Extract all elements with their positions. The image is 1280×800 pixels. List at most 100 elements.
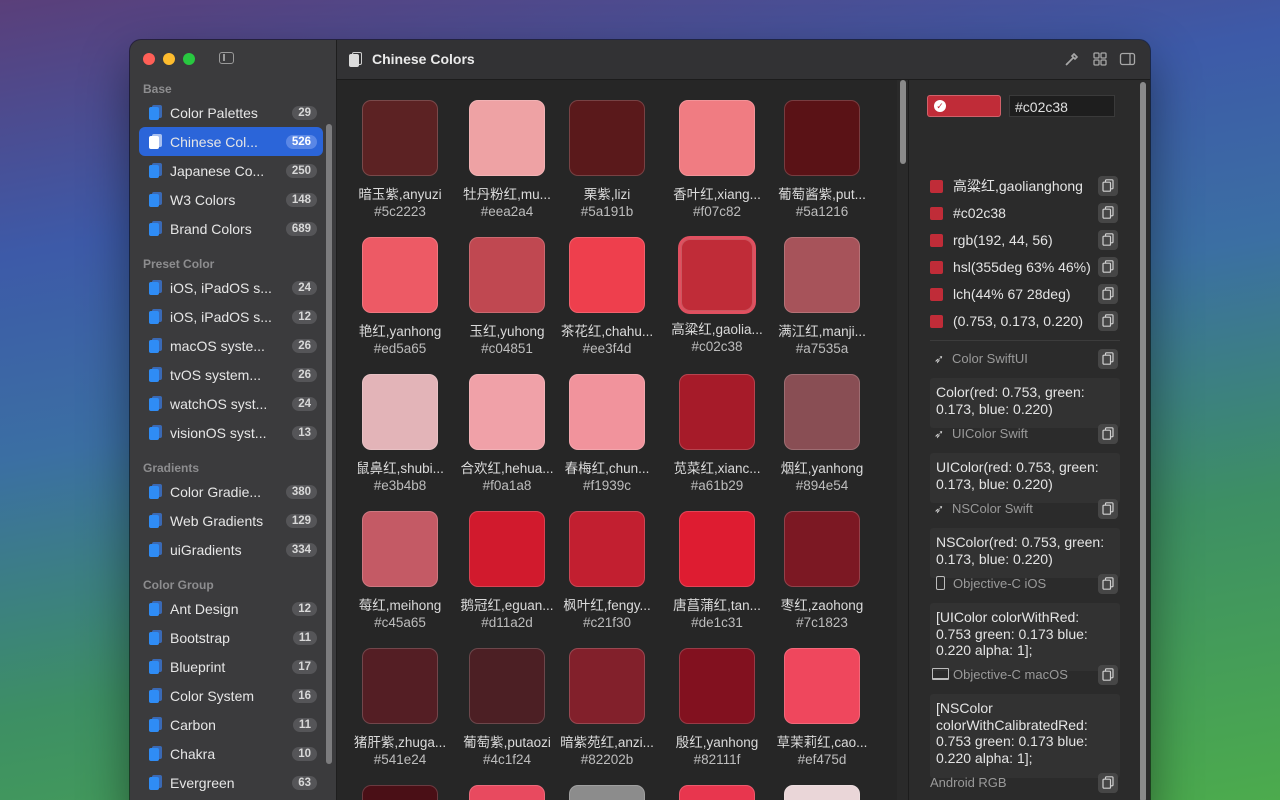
code-snippet[interactable]: [UIColor colorWithRed: 0.753 green: 0.17… (930, 603, 1120, 671)
minimize-button[interactable] (163, 53, 175, 65)
color-swatch[interactable] (469, 648, 545, 724)
color-cell[interactable]: 暗玉紫,anyuzi #5c2223 (345, 100, 455, 219)
color-cell[interactable]: 合欢红,hehua... #f0a1a8 (452, 374, 562, 493)
color-cell[interactable]: 葡萄酱紫,put... #5a1216 (767, 100, 877, 219)
color-swatch[interactable] (362, 374, 438, 450)
sidebar-item[interactable]: Ant Design 12 (139, 594, 323, 623)
color-swatch[interactable] (362, 100, 438, 176)
copy-icon[interactable] (1098, 257, 1118, 277)
color-swatch[interactable] (362, 511, 438, 587)
color-swatch[interactable] (569, 648, 645, 724)
sidebar-item[interactable]: W3 Colors 148 (139, 185, 323, 214)
color-swatch[interactable] (469, 100, 545, 176)
color-swatch[interactable] (679, 785, 755, 800)
color-swatch[interactable] (362, 237, 438, 313)
copy-icon[interactable] (1098, 665, 1118, 685)
copy-icon[interactable] (1098, 773, 1118, 793)
color-swatch[interactable] (784, 100, 860, 176)
selected-color-swatch[interactable]: ✓ (927, 95, 1001, 117)
copy-icon[interactable] (1098, 349, 1118, 369)
color-swatch[interactable] (784, 648, 860, 724)
grid-view-icon[interactable] (1092, 51, 1108, 67)
color-cell[interactable]: 高粱红,gaolia... #c02c38 (662, 237, 772, 354)
zoom-button[interactable] (183, 53, 195, 65)
grid-scrollbar[interactable] (900, 80, 906, 164)
color-swatch[interactable] (679, 511, 755, 587)
copy-icon[interactable] (1098, 203, 1118, 223)
color-cell[interactable]: 枣红,zaohong #7c1823 (767, 511, 877, 630)
hex-input[interactable]: #c02c38 (1009, 95, 1115, 117)
color-cell[interactable]: 暗紫苑红,anzi... #82202b (552, 648, 662, 767)
color-swatch[interactable] (469, 785, 545, 800)
sidebar-item[interactable]: Blueprint 17 (139, 652, 323, 681)
color-cell[interactable]: 栗紫,lizi #5a191b (552, 100, 662, 219)
sidebar-item[interactable]: visionOS syst... 13 (139, 418, 323, 447)
color-cell[interactable]: 满江红,manji... #a7535a (767, 237, 877, 356)
code-snippet[interactable]: UIColor(red: 0.753, green: 0.173, blue: … (930, 453, 1120, 503)
copy-icon[interactable] (1098, 424, 1118, 444)
color-cell[interactable]: 春梅红,chun... #f1939c (552, 374, 662, 493)
sidebar-item[interactable]: Chinese Col... 526 (139, 127, 323, 156)
code-snippet[interactable]: NSColor(red: 0.753, green: 0.173, blue: … (930, 528, 1120, 578)
color-swatch[interactable] (569, 511, 645, 587)
sidebar-scrollbar[interactable] (326, 124, 332, 764)
color-swatch[interactable] (569, 237, 645, 313)
eyedropper-icon[interactable] (1064, 51, 1080, 67)
color-swatch[interactable] (784, 785, 860, 800)
color-swatch[interactable] (469, 374, 545, 450)
color-cell[interactable]: 草茉莉红,cao... #ef475d (767, 648, 877, 767)
sidebar-item[interactable]: Color Palettes 29 (139, 98, 323, 127)
copy-icon[interactable] (1098, 574, 1118, 594)
color-swatch[interactable] (569, 100, 645, 176)
color-cell[interactable]: 鼠鼻红,shubi... #e3b4b8 (345, 374, 455, 493)
color-swatch[interactable] (681, 239, 753, 311)
color-swatch[interactable] (784, 237, 860, 313)
panel-scrollbar[interactable] (1140, 82, 1146, 800)
sidebar-item[interactable]: Bootstrap 11 (139, 623, 323, 652)
sidebar-toggle-icon[interactable] (219, 52, 234, 64)
sidebar-item[interactable]: Color Gradie... 380 (139, 477, 323, 506)
color-swatch[interactable] (569, 374, 645, 450)
sidebar-item[interactable]: Chakra 10 (139, 739, 323, 768)
code-snippet[interactable]: [NSColor colorWithCalibratedRed: 0.753 g… (930, 694, 1120, 778)
sidebar-item[interactable]: Evergreen 63 (139, 768, 323, 797)
color-swatch[interactable] (784, 511, 860, 587)
sidebar-item[interactable]: Web Gradients 129 (139, 506, 323, 535)
color-cell[interactable]: 鹅冠红,eguan... #d11a2d (452, 511, 562, 630)
sidebar-item[interactable]: watchOS syst... 24 (139, 389, 323, 418)
color-swatch[interactable] (362, 648, 438, 724)
color-swatch[interactable] (784, 374, 860, 450)
sidebar-item[interactable]: iOS, iPadOS s... 24 (139, 273, 323, 302)
color-swatch[interactable] (679, 648, 755, 724)
color-cell[interactable]: 牡丹粉红,mu... #eea2a4 (452, 100, 562, 219)
copy-icon[interactable] (1098, 176, 1118, 196)
sidebar-item[interactable]: Carbon 11 (139, 710, 323, 739)
color-cell[interactable]: 艳红,yanhong #ed5a65 (345, 237, 455, 356)
color-cell[interactable]: 烟红,yanhong #894e54 (767, 374, 877, 493)
color-cell[interactable]: 殷红,yanhong #82111f (662, 648, 772, 767)
color-swatch[interactable] (679, 374, 755, 450)
color-cell[interactable]: 茶花红,chahu... #ee3f4d (552, 237, 662, 356)
sidebar-item[interactable]: tvOS system... 26 (139, 360, 323, 389)
color-cell[interactable]: 唐菖蒲红,tan... #de1c31 (662, 511, 772, 630)
copy-icon[interactable] (1098, 230, 1118, 250)
code-snippet[interactable]: Color(red: 0.753, green: 0.173, blue: 0.… (930, 378, 1120, 428)
color-cell[interactable]: 猪肝紫,zhuga... #541e24 (345, 648, 455, 767)
color-swatch[interactable] (469, 237, 545, 313)
color-cell[interactable]: 玉红,yuhong #c04851 (452, 237, 562, 356)
copy-icon[interactable] (1098, 284, 1118, 304)
copy-icon[interactable] (1098, 311, 1118, 331)
sidebar-item[interactable]: Brand Colors 689 (139, 214, 323, 243)
sidebar-item[interactable]: Color System 16 (139, 681, 323, 710)
color-swatch[interactable] (362, 785, 438, 800)
copy-icon[interactable] (1098, 499, 1118, 519)
color-swatch[interactable] (679, 100, 755, 176)
color-cell[interactable]: 苋菜红,xianc... #a61b29 (662, 374, 772, 493)
sidebar-item[interactable]: iOS, iPadOS s... 12 (139, 302, 323, 331)
color-cell[interactable]: 莓红,meihong #c45a65 (345, 511, 455, 630)
sidebar-item[interactable]: macOS syste... 26 (139, 331, 323, 360)
color-cell[interactable]: 葡萄紫,putaozi #4c1f24 (452, 648, 562, 767)
color-cell[interactable]: 香叶红,xiang... #f07c82 (662, 100, 772, 219)
close-button[interactable] (143, 53, 155, 65)
sidebar-item[interactable]: Japanese Co... 250 (139, 156, 323, 185)
